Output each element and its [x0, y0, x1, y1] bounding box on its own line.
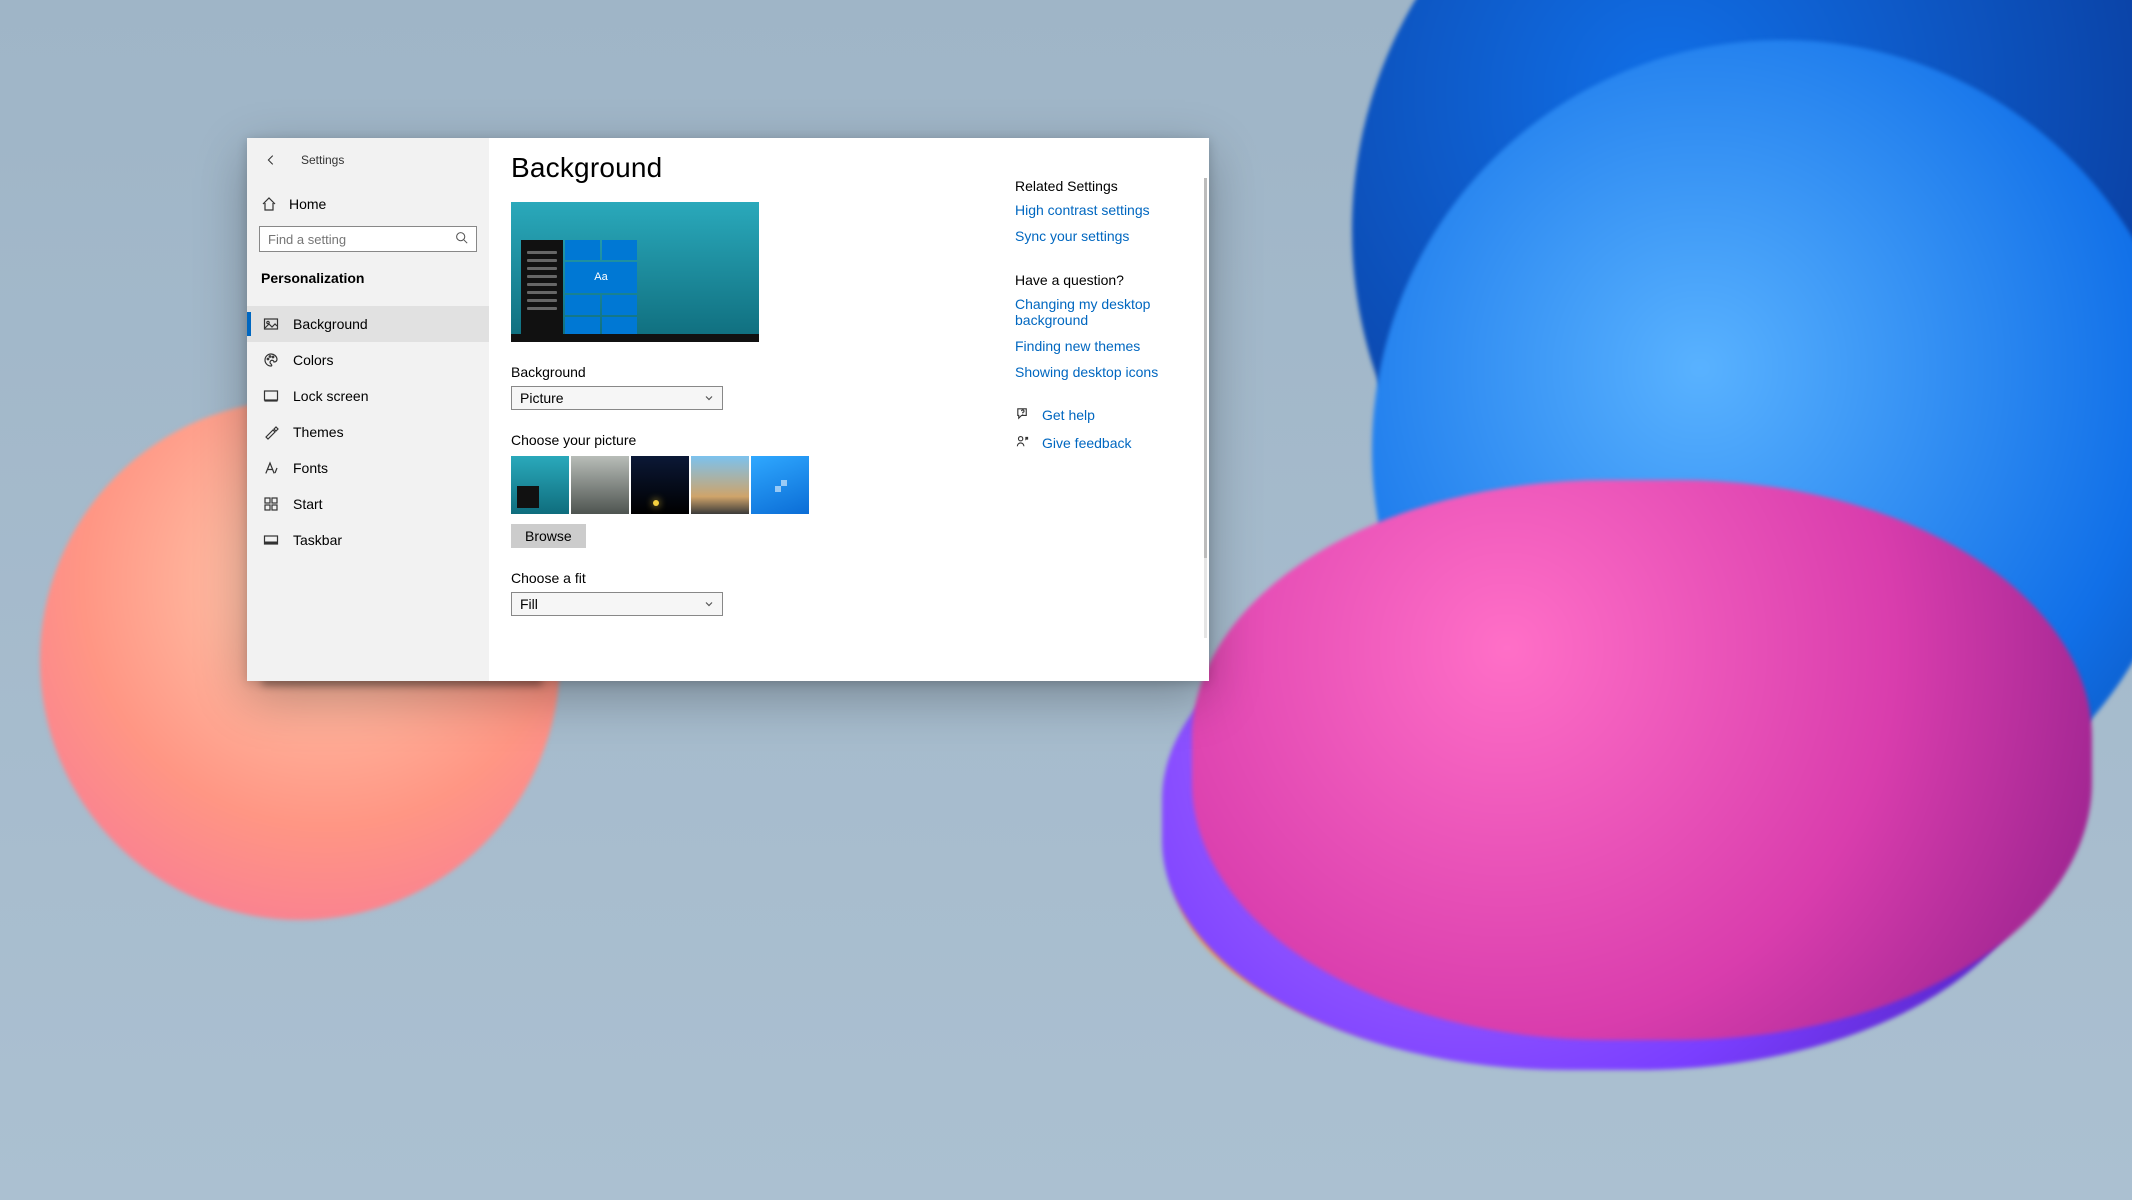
preview-sample-text: Aa	[565, 262, 637, 294]
search-field[interactable]	[268, 232, 455, 247]
related-settings-pane: Related Settings High contrast settings …	[1009, 138, 1209, 681]
navigation-pane: Settings Home Personalization Backgro	[247, 138, 489, 681]
picture-thumb-2[interactable]	[571, 456, 629, 514]
nav-item-label: Background	[293, 316, 368, 332]
fit-dropdown[interactable]: Fill	[511, 592, 723, 616]
have-question-header: Have a question?	[1015, 272, 1197, 288]
nav-item-label: Start	[293, 496, 323, 512]
back-button[interactable]	[259, 148, 283, 172]
page-title: Background	[511, 152, 987, 184]
search-container	[247, 226, 489, 258]
nav-item-lock-screen[interactable]: Lock screen	[247, 378, 489, 414]
feedback-icon	[1015, 434, 1030, 452]
search-icon	[455, 231, 468, 247]
choose-fit-label: Choose a fit	[511, 570, 987, 586]
nav-item-taskbar[interactable]: Taskbar	[247, 522, 489, 558]
taskbar-icon	[263, 532, 279, 548]
start-icon	[263, 496, 279, 512]
picture-icon	[263, 316, 279, 332]
help-icon	[1015, 406, 1030, 424]
settings-window: Settings Home Personalization Backgro	[247, 138, 1209, 681]
picture-thumb-4[interactable]	[691, 456, 749, 514]
nav-item-label: Taskbar	[293, 532, 342, 548]
content-pane: Background Aa Bac	[489, 138, 1009, 681]
picture-thumbnails	[511, 456, 987, 514]
nav-item-start[interactable]: Start	[247, 486, 489, 522]
chevron-down-icon	[704, 596, 714, 612]
home-icon	[261, 196, 277, 212]
nav-item-label: Lock screen	[293, 388, 368, 404]
nav-header: Settings	[247, 144, 489, 178]
background-dropdown[interactable]: Picture	[511, 386, 723, 410]
themes-icon	[263, 424, 279, 440]
browse-button[interactable]: Browse	[511, 524, 586, 548]
link-change-background[interactable]: Changing my desktop background	[1015, 296, 1197, 328]
app-title: Settings	[301, 153, 344, 167]
link-find-themes[interactable]: Finding new themes	[1015, 338, 1197, 354]
nav-item-label: Themes	[293, 424, 344, 440]
nav-item-themes[interactable]: Themes	[247, 414, 489, 450]
choose-picture-label: Choose your picture	[511, 432, 987, 448]
nav-item-colors[interactable]: Colors	[247, 342, 489, 378]
home-label: Home	[289, 196, 326, 212]
link-sync-settings[interactable]: Sync your settings	[1015, 228, 1197, 244]
get-help-link[interactable]: Get help	[1042, 407, 1095, 423]
nav-item-label: Colors	[293, 352, 333, 368]
category-heading: Personalization	[247, 258, 489, 294]
get-help-row: Get help	[1015, 406, 1197, 424]
link-show-icons[interactable]: Showing desktop icons	[1015, 364, 1197, 380]
palette-icon	[263, 352, 279, 368]
fit-dropdown-value: Fill	[520, 596, 538, 612]
chevron-down-icon	[704, 390, 714, 406]
home-nav-item[interactable]: Home	[247, 186, 489, 222]
nav-item-background[interactable]: Background	[247, 306, 489, 342]
picture-thumb-1[interactable]	[511, 456, 569, 514]
picture-thumb-5[interactable]	[751, 456, 809, 514]
background-dropdown-value: Picture	[520, 390, 564, 406]
fonts-icon	[263, 460, 279, 476]
background-field-label: Background	[511, 364, 987, 380]
main-area: Background Aa Bac	[489, 138, 1209, 681]
give-feedback-row: Give feedback	[1015, 434, 1197, 452]
scrollbar-thumb[interactable]	[1204, 178, 1207, 558]
background-preview: Aa	[511, 202, 759, 342]
related-settings-header: Related Settings	[1015, 178, 1197, 194]
give-feedback-link[interactable]: Give feedback	[1042, 435, 1132, 451]
nav-item-fonts[interactable]: Fonts	[247, 450, 489, 486]
lock-screen-icon	[263, 388, 279, 404]
link-high-contrast[interactable]: High contrast settings	[1015, 202, 1197, 218]
picture-thumb-3[interactable]	[631, 456, 689, 514]
nav-item-label: Fonts	[293, 460, 328, 476]
search-input[interactable]	[259, 226, 477, 252]
nav-list: Background Colors Lock screen Themes	[247, 306, 489, 558]
